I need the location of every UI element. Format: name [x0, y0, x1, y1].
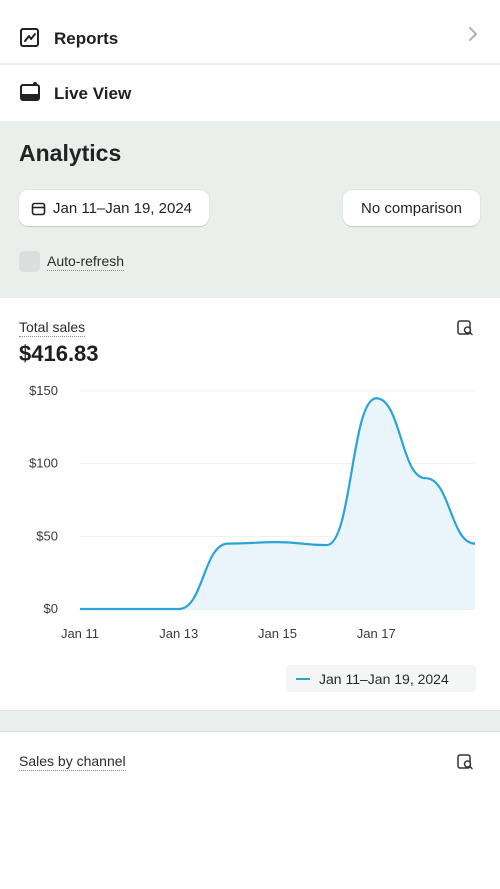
sales-by-channel-title[interactable]: Sales by channel: [19, 753, 126, 771]
nav-label-live-view: Live View: [54, 84, 132, 103]
y-tick-label: $0: [44, 601, 58, 616]
legend-label: Jan 11–Jan 19, 2024: [319, 670, 449, 687]
calendar-icon: [31, 202, 46, 215]
page-title: Analytics: [19, 140, 122, 166]
nav-label-reports: Reports: [54, 29, 119, 48]
x-tick-label: Jan 17: [357, 626, 396, 641]
total-sales-card: Total sales $416.83 $0 $50 $100 $150 Jan 11…: [0, 298, 500, 711]
legend-swatch: [296, 677, 310, 680]
nav-item-live-view[interactable]: Live View: [0, 65, 500, 121]
reports-icon: [20, 28, 39, 47]
live-view-icon: [20, 82, 40, 101]
x-tick-label: Jan 15: [258, 626, 297, 641]
total-sales-title[interactable]: Total sales: [19, 319, 86, 337]
comparison-button[interactable]: No comparison: [343, 190, 480, 226]
sales-line-chart: $0 $50 $100 $150 Jan 11 Jan 13 Jan 15 Jan 17: [29, 383, 476, 641]
auto-refresh-checkbox[interactable]: [19, 251, 40, 272]
y-tick-label: $150: [29, 383, 58, 398]
x-tick-label: Jan 11: [61, 626, 99, 641]
chart-area-fill: [80, 398, 475, 609]
sales-by-channel-card: Sales by channel: [0, 731, 500, 889]
y-tick-label: $50: [36, 528, 58, 543]
y-tick-label: $100: [29, 456, 58, 471]
x-tick-label: Jan 13: [159, 626, 198, 641]
date-range-label: Jan 11–Jan 19, 2024: [53, 199, 193, 217]
chevron-right-icon: [469, 27, 477, 41]
chart-legend: Jan 11–Jan 19, 2024: [286, 665, 476, 692]
date-range-button[interactable]: Jan 11–Jan 19, 2024: [19, 190, 209, 226]
total-sales-value: $416.83: [19, 341, 99, 366]
explore-report-icon[interactable]: [456, 753, 474, 771]
auto-refresh-label[interactable]: Auto-refresh: [47, 253, 125, 271]
nav-item-reports[interactable]: Reports: [0, 0, 500, 64]
explore-report-icon[interactable]: [456, 319, 474, 337]
comparison-label: No comparison: [361, 199, 462, 217]
